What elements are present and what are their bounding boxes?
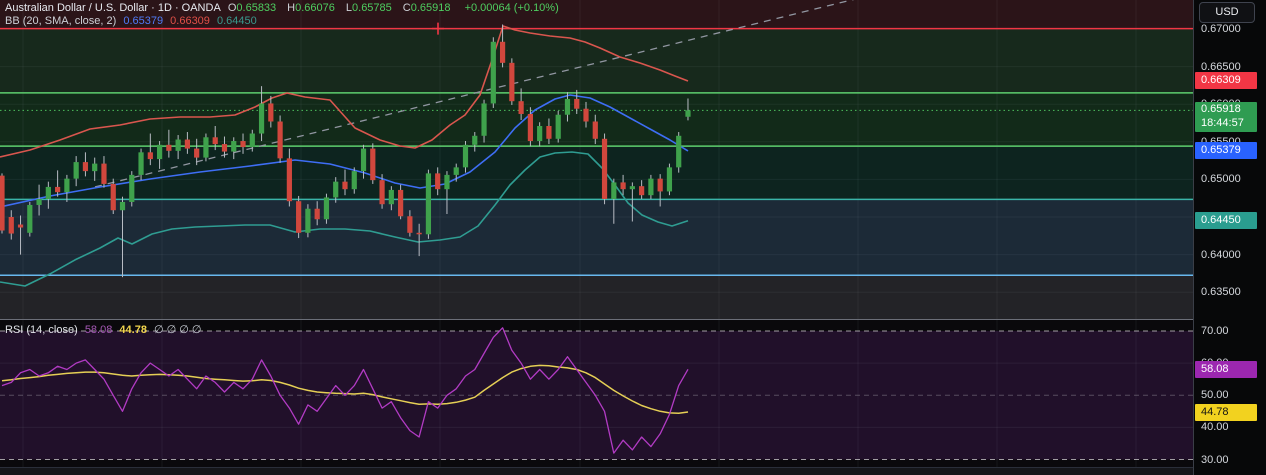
last-price-time: 18:44:57 xyxy=(1201,117,1244,130)
price-badge: 0.64450 xyxy=(1195,212,1257,230)
ohlc-close: C0.65918 xyxy=(402,2,451,14)
currency-toggle-button[interactable]: USD xyxy=(1199,2,1255,23)
bb-label[interactable]: BB (20, SMA, close, 2) xyxy=(5,15,116,27)
rsi-empty-values: ∅ ∅ ∅ ∅ xyxy=(154,324,202,336)
rsi-badge: 58.08 xyxy=(1195,360,1257,378)
rsi-ma-value: 44.78 xyxy=(119,324,147,336)
axis-separator xyxy=(1193,0,1194,475)
rsi-axis-label: 50.00 xyxy=(1201,389,1229,402)
price-badge: 0.65379 xyxy=(1195,142,1257,160)
price-badge: 0.65918 18:44:57 xyxy=(1195,102,1257,133)
pane-divider[interactable] xyxy=(0,319,1193,320)
bb-upper-value: 0.66309 xyxy=(170,15,210,27)
ohlc-open: O0.65833 xyxy=(227,2,277,14)
bb-basis-value: 0.65379 xyxy=(123,15,164,27)
ohlc-low: L0.65785 xyxy=(345,2,392,14)
bb-lower-value: 0.64450 xyxy=(216,15,257,27)
symbol-legend[interactable]: Australian Dollar / U.S. Dollar · 1D · O… xyxy=(5,2,563,14)
rsi-axis-label: 70.00 xyxy=(1201,325,1229,337)
change-value: +0.00064 (+0.10%) xyxy=(464,2,559,14)
bb-indicator-legend[interactable]: BB (20, SMA, close, 2) 0.65379 0.66309 0… xyxy=(5,15,261,27)
main-price-chart[interactable] xyxy=(0,0,1193,319)
price-axis-label: 0.63500 xyxy=(1201,286,1241,299)
price-axis-label: 0.67000 xyxy=(1201,23,1241,35)
time-axis-divider xyxy=(0,467,1193,468)
rsi-indicator-pane[interactable] xyxy=(0,320,1193,467)
ohlc-high: H0.66076 xyxy=(287,2,335,14)
rsi-value: 58.08 xyxy=(84,324,113,336)
rsi-label[interactable]: RSI (14, close) xyxy=(5,324,78,336)
rsi-axis-label: 40.00 xyxy=(1201,421,1229,434)
price-axis-label: 0.65000 xyxy=(1201,173,1241,186)
price-axis[interactable]: USD 0.670000.665000.660000.655000.650000… xyxy=(1193,0,1266,475)
rsi-indicator-legend[interactable]: RSI (14, close) 58.08 44.78 ∅ ∅ ∅ ∅ xyxy=(5,323,206,336)
price-badge: 0.66309 xyxy=(1195,72,1257,90)
symbol-title[interactable]: Australian Dollar / U.S. Dollar · 1D · O… xyxy=(5,2,221,14)
rsi-badge: 44.78 xyxy=(1195,403,1257,421)
price-axis-label: 0.64000 xyxy=(1201,248,1241,261)
time-axis[interactable] xyxy=(0,468,1193,475)
rsi-axis-label: 30.00 xyxy=(1201,453,1229,466)
trading-chart-app: Australian Dollar / U.S. Dollar · 1D · O… xyxy=(0,0,1266,475)
